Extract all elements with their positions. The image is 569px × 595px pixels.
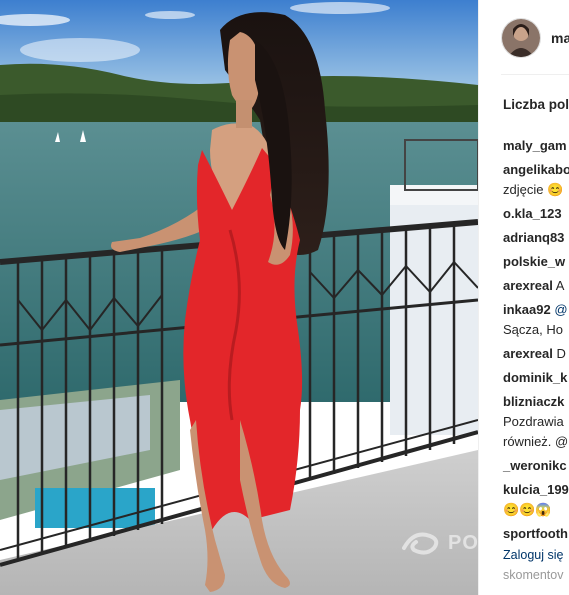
comment: maly_gam — [503, 136, 569, 156]
comments-list: maly_gam angelikabo zdjęcie 😊 o.kla_123 … — [503, 136, 569, 548]
comment-text: Pozdrawia — [503, 414, 564, 429]
avatar[interactable] — [501, 18, 541, 58]
comment-user[interactable]: arexreal — [503, 346, 553, 361]
comment: _weronikc — [503, 456, 569, 476]
comment-user[interactable]: kulcia_199 — [503, 482, 569, 497]
comment-user[interactable]: o.kla_123 — [503, 206, 562, 221]
comment-user[interactable]: blizniaczk — [503, 394, 564, 409]
comment: adrianq83 — [503, 228, 569, 248]
comment-user[interactable]: angelikabo — [503, 162, 569, 177]
comment: inkaa92 @ Sącza, Ho — [503, 300, 569, 340]
login-link[interactable]: Zaloguj się — [503, 548, 563, 562]
post-photo[interactable]: PO — [0, 0, 478, 595]
post-sidebar: ma Liczba pol maly_gam angelikabo zdjęci… — [478, 0, 569, 595]
comment: angelikabo zdjęcie 😊 — [503, 160, 569, 200]
photo-scene — [0, 0, 478, 595]
comment-text: D — [556, 346, 566, 361]
comment: blizniaczk Pozdrawia również. @ — [503, 392, 569, 452]
comment-text: również. @ — [503, 434, 569, 449]
comment-user[interactable]: dominik_k — [503, 370, 567, 385]
comment: dominik_k — [503, 368, 569, 388]
watermark: PO — [400, 528, 478, 558]
header-divider — [501, 74, 569, 75]
watermark-text: PO — [448, 532, 478, 554]
comment: kulcia_199 😊😊😱 — [503, 480, 569, 520]
comment-text: A — [555, 278, 565, 293]
comment-user[interactable]: _weronikc — [503, 458, 567, 473]
comment: arexreal D — [503, 344, 569, 364]
comment-user[interactable]: arexreal — [503, 278, 553, 293]
comment-text: zdjęcie 😊 — [503, 182, 564, 197]
comment: arexreal A — [503, 276, 569, 296]
comment-user[interactable]: inkaa92 — [503, 302, 551, 317]
comment: polskie_w — [503, 252, 569, 272]
comment-user[interactable]: adrianq83 — [503, 230, 564, 245]
comment: sportfooth — [503, 524, 569, 544]
comment-mention[interactable]: @ — [554, 302, 567, 317]
comment-user[interactable]: sportfooth — [503, 526, 568, 541]
comment-user[interactable]: polskie_w — [503, 254, 565, 269]
post-username[interactable]: ma — [551, 30, 569, 46]
comment-text: Sącza, Ho — [503, 322, 563, 337]
comment-text: 😊😊😱 — [503, 502, 552, 517]
avatar-image — [502, 19, 540, 57]
likes-count[interactable]: Liczba pol — [503, 97, 569, 112]
swirl-logo-icon — [402, 532, 439, 555]
comment-user[interactable]: maly_gam — [503, 138, 567, 153]
login-subtext: skomentov — [503, 568, 564, 582]
comment: o.kla_123 — [503, 204, 569, 224]
